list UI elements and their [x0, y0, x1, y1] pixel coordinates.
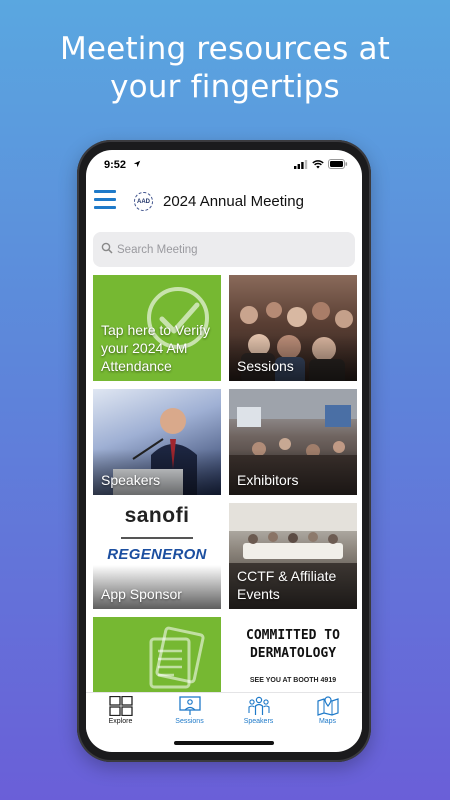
tile-label: App Sponsor	[101, 586, 182, 602]
wifi-icon	[312, 159, 324, 168]
search-input[interactable]	[117, 232, 347, 267]
page-title: 2024 Annual Meeting	[163, 193, 304, 210]
tile-exhibitors[interactable]: Exhibitors	[229, 389, 357, 495]
tile-label: Tap here to Verify your 2024 AM Attendan…	[101, 322, 210, 374]
headline-line-1: Meeting resources at	[59, 31, 391, 67]
search-icon	[101, 242, 113, 254]
tab-label: Maps	[318, 718, 337, 725]
tile-verify-attendance[interactable]: Tap here to Verify your 2024 AM Attendan…	[93, 275, 221, 381]
phone-screen: 9:52 AAD 2024 Annual Meeting Search Meet…	[86, 150, 362, 752]
tab-maps[interactable]: Maps	[293, 693, 362, 732]
tile-speakers[interactable]: Speakers	[93, 389, 221, 495]
tab-label: Explore	[108, 718, 133, 725]
bottom-tab-bar: Explore Sessions Speakers Maps	[86, 692, 362, 732]
tab-label: Speakers	[243, 718, 274, 725]
status-bar: 9:52	[86, 150, 362, 178]
tile-app-sponsor[interactable]: sanofi REGENERON App Sponsor	[93, 503, 221, 609]
home-indicator	[174, 741, 274, 745]
people-icon	[247, 696, 270, 715]
signal-icon	[294, 159, 308, 169]
map-pin-icon	[316, 696, 339, 716]
hamburger-menu-icon[interactable]	[94, 190, 116, 212]
sponsor-logo-sanofi: sanofi	[124, 504, 190, 527]
location-arrow-icon	[133, 160, 141, 168]
status-time: 9:52	[104, 159, 127, 171]
committed-subtext: SEE YOU AT BOOTH 4919	[249, 677, 337, 684]
headline-line-2: your fingertips	[110, 69, 340, 105]
committed-heading: COMMITTED TO DERMATOLOGY	[246, 628, 340, 661]
sponsor-logo-regeneron: REGENERON	[107, 546, 207, 563]
presentation-icon	[178, 696, 201, 715]
tab-sessions[interactable]: Sessions	[155, 693, 224, 732]
app-header: AAD 2024 Annual Meeting	[86, 186, 362, 220]
promo-headline: Meeting resources at your fingertips	[0, 30, 450, 106]
battery-icon	[328, 159, 348, 169]
status-icons	[294, 159, 348, 169]
search-bar[interactable]	[93, 232, 355, 267]
tile-label: Exhibitors	[237, 472, 299, 488]
tab-explore[interactable]: Explore	[86, 693, 155, 732]
tile-sessions[interactable]: Sessions	[229, 275, 357, 381]
phone-frame: 9:52 AAD 2024 Annual Meeting Search Meet…	[77, 140, 371, 762]
tile-label: Speakers	[101, 472, 161, 488]
documents-icon	[149, 626, 205, 689]
tile-cctf-affiliate-events[interactable]: CCTF & Affiliate Events	[229, 503, 357, 609]
sponsor-divider	[121, 537, 193, 539]
aad-logo: AAD	[134, 192, 153, 211]
tab-speakers[interactable]: Speakers	[224, 693, 293, 732]
tab-label: Sessions	[175, 718, 204, 725]
tile-label: Sessions	[237, 358, 294, 374]
tile-label: CCTF & Affiliate Events	[237, 568, 337, 602]
grid-icon	[108, 696, 133, 716]
